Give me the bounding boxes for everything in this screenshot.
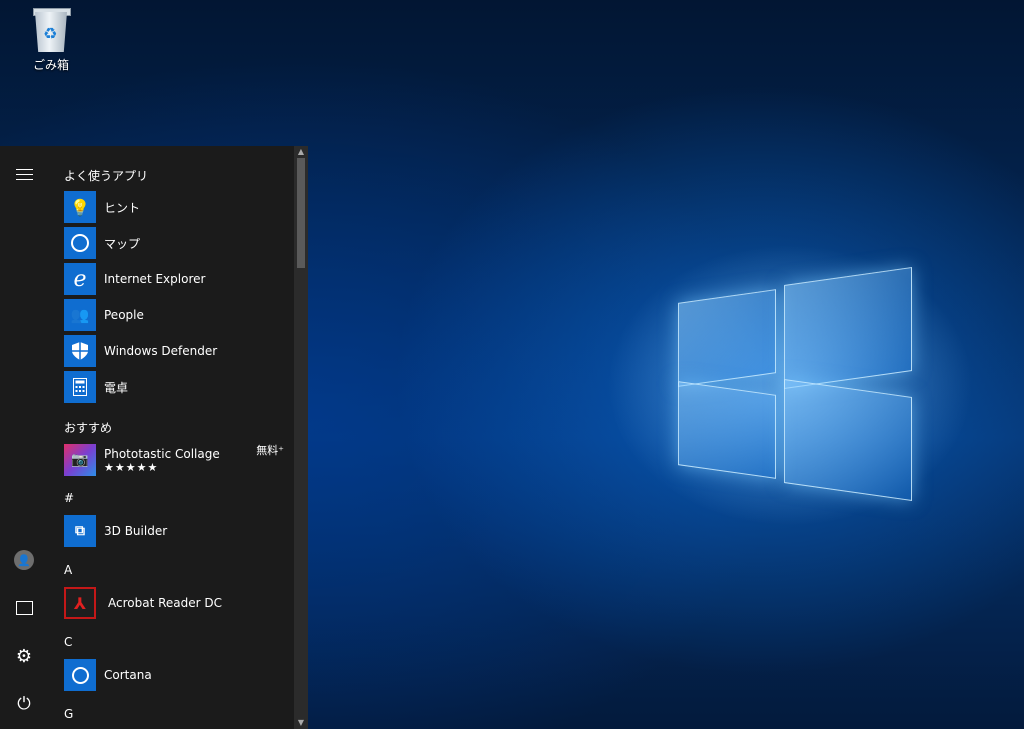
- people-icon: 👥: [64, 299, 96, 331]
- start-menu: 👤 ⚙ ⏻ よく使うアプリ 💡 ヒント マップ e Internet Explo…: [0, 146, 308, 729]
- calculator-icon: [64, 371, 96, 403]
- app-item-tips[interactable]: 💡 ヒント: [64, 190, 292, 224]
- camera-icon: 📷: [64, 444, 96, 476]
- app-item-cortana[interactable]: Cortana: [64, 658, 292, 692]
- app-label: Internet Explorer: [104, 272, 206, 286]
- suggested-app-label: Phototastic Collage: [104, 446, 220, 461]
- user-account-button[interactable]: 👤: [0, 540, 48, 580]
- 3d-builder-icon: ⧉: [64, 515, 96, 547]
- gear-icon: ⚙: [15, 645, 33, 667]
- scroll-down-icon[interactable]: ▼: [294, 718, 308, 727]
- app-label: マップ: [104, 236, 141, 251]
- scrollbar-thumb[interactable]: [297, 158, 305, 268]
- price-label: 無料⁺: [256, 444, 284, 457]
- app-item-people[interactable]: 👥 People: [64, 298, 292, 332]
- app-list-scrollbar[interactable]: ▲ ▼: [294, 146, 308, 729]
- app-item-internet-explorer[interactable]: e Internet Explorer: [64, 262, 292, 296]
- most-used-header: よく使うアプリ: [64, 169, 149, 183]
- internet-explorer-icon: e: [64, 263, 96, 295]
- suggested-app-phototastic[interactable]: 📷 Phototastic Collage ★★★★★ 無料⁺: [64, 442, 292, 478]
- start-rail: 👤 ⚙ ⏻: [0, 146, 48, 729]
- hamburger-icon: [15, 165, 33, 184]
- file-explorer-button[interactable]: [0, 588, 48, 628]
- windows-logo-wallpaper: [664, 262, 914, 512]
- app-label: People: [104, 308, 144, 322]
- shield-icon: [64, 335, 96, 367]
- section-letter-hash[interactable]: #: [64, 491, 74, 505]
- section-letter-c[interactable]: C: [64, 635, 72, 649]
- app-item-maps[interactable]: マップ: [64, 226, 292, 260]
- app-label: 電卓: [104, 380, 129, 395]
- recycle-bin-label: ごみ箱: [32, 58, 69, 72]
- app-label: Cortana: [104, 668, 152, 682]
- app-label: ヒント: [104, 200, 141, 215]
- power-button[interactable]: ⏻: [0, 684, 48, 724]
- lightbulb-icon: 💡: [64, 191, 96, 223]
- suggested-header: おすすめ: [64, 421, 113, 435]
- power-icon: ⏻: [17, 694, 31, 714]
- cortana-icon: [64, 659, 96, 691]
- app-list: よく使うアプリ 💡 ヒント マップ e Internet Explorer 👥 …: [48, 146, 294, 729]
- maps-icon: [64, 227, 96, 259]
- file-explorer-icon: [15, 601, 33, 615]
- app-item-windows-defender[interactable]: Windows Defender: [64, 334, 292, 368]
- rating-stars: ★★★★★: [104, 460, 159, 474]
- app-label: Windows Defender: [104, 344, 218, 358]
- app-item-3d-builder[interactable]: ⧉ 3D Builder: [64, 514, 292, 548]
- section-letter-a[interactable]: A: [64, 563, 72, 577]
- app-item-acrobat-reader[interactable]: ⅄ Acrobat Reader DC: [64, 586, 292, 620]
- user-avatar-icon: 👤: [14, 550, 34, 570]
- scroll-up-icon[interactable]: ▲: [294, 147, 308, 156]
- section-letter-g[interactable]: G: [64, 707, 73, 721]
- hamburger-menu-button[interactable]: [0, 154, 48, 194]
- acrobat-icon: ⅄: [64, 587, 96, 619]
- app-label: 3D Builder: [104, 524, 168, 538]
- settings-button[interactable]: ⚙: [0, 636, 48, 676]
- app-label: Acrobat Reader DC: [108, 596, 222, 610]
- recycle-bin-shortcut[interactable]: ♻ ごみ箱: [20, 6, 82, 73]
- app-item-calculator[interactable]: 電卓: [64, 370, 292, 404]
- recycle-bin-icon: ♻: [31, 6, 71, 54]
